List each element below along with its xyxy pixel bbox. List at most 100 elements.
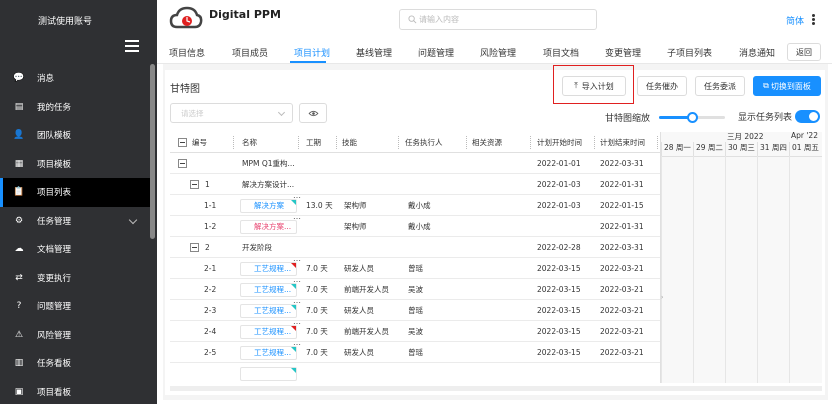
timeline-gridline xyxy=(661,156,662,383)
collapse-all-toggle[interactable] xyxy=(178,138,187,147)
column-header[interactable]: 名称 xyxy=(242,132,257,153)
cell-skill: 研发人员 xyxy=(344,348,374,357)
task-name-box[interactable] xyxy=(240,367,297,381)
tab-7[interactable]: 变更管理 xyxy=(605,46,641,59)
row-more-icon[interactable]: … xyxy=(293,296,301,305)
task-name[interactable]: 工艺规程... xyxy=(254,300,291,321)
column-header[interactable]: 任务执行人 xyxy=(405,132,443,153)
row-more-icon[interactable]: … xyxy=(293,254,301,263)
tab-9[interactable]: 消息通知 xyxy=(739,46,775,59)
show-task-list-toggle[interactable] xyxy=(795,110,820,123)
column-header[interactable]: 编号 xyxy=(192,132,207,153)
table-row[interactable]: 2-4 … 工艺规程... 7.0 天 前端开发人员 吴波 2022-03-15 2022-0… xyxy=(170,317,660,342)
sidebar-item-9[interactable]: ⚠ 风险管理 xyxy=(0,321,152,350)
timeline-day: 30 周三 xyxy=(725,142,755,156)
sidebar-item-10[interactable]: ▥ 任务看板 xyxy=(0,349,152,378)
sidebar-item-4[interactable]: 📋 项目列表 xyxy=(0,178,152,207)
cell-duration: 13.0 天 xyxy=(306,201,333,210)
sidebar-item-2[interactable]: 👤 团队模板 xyxy=(0,121,152,150)
cell-start: 2022-01-01 xyxy=(537,159,581,168)
sidebar-scrollbar[interactable] xyxy=(150,64,155,239)
tab-5[interactable]: 风险管理 xyxy=(480,46,516,59)
tab-0[interactable]: 项目信息 xyxy=(169,46,205,59)
cell-assignee: 曾瑶 xyxy=(408,306,423,315)
column-header[interactable]: 工期 xyxy=(306,132,321,153)
timeline-horizontal-scrollbar[interactable] xyxy=(660,386,822,391)
filter-select[interactable]: 请选择 xyxy=(170,103,293,123)
tab-3[interactable]: 基线管理 xyxy=(356,46,392,59)
timeline-scroll-marker: › xyxy=(661,294,664,301)
more-vertical-icon[interactable] xyxy=(812,14,815,26)
row-collapse-toggle[interactable] xyxy=(190,243,199,252)
cell-assignee: 吴波 xyxy=(408,327,423,336)
task-name[interactable]: 工艺规程... xyxy=(254,258,291,279)
tab-2[interactable]: 项目计划 xyxy=(294,46,330,59)
timeline-gridline xyxy=(693,156,694,383)
column-header[interactable]: 计划开始时间 xyxy=(537,132,582,153)
teal-flag-marker xyxy=(291,347,296,352)
row-collapse-toggle[interactable] xyxy=(178,159,187,168)
task-name: 开发阶段 xyxy=(242,243,272,252)
task-name[interactable]: 工艺规程... xyxy=(254,321,291,342)
import-plan-button[interactable]: ⤒ 导入计划 xyxy=(562,76,626,96)
tab-4[interactable]: 问题管理 xyxy=(418,46,454,59)
task-name[interactable]: 工艺规程... xyxy=(254,342,291,363)
column-header[interactable]: 技能 xyxy=(342,132,357,153)
cell-skill: 研发人员 xyxy=(344,264,374,273)
sidebar-item-7[interactable]: ⇄ 变更执行 xyxy=(0,264,152,293)
zoom-slider-thumb[interactable] xyxy=(687,112,698,123)
cell-end: 2022-03-21 xyxy=(600,348,644,357)
table-row[interactable] xyxy=(170,363,660,383)
eye-toggle-button[interactable] xyxy=(299,103,327,123)
cell-start: 2022-01-03 xyxy=(537,201,581,210)
column-header[interactable]: 相关资源 xyxy=(472,132,502,153)
timeline-header-line xyxy=(661,156,822,157)
row-more-icon[interactable]: … xyxy=(293,317,301,326)
grid-horizontal-scrollbar[interactable] xyxy=(170,386,660,391)
zoom-slider[interactable] xyxy=(659,112,725,123)
row-more-icon[interactable]: … xyxy=(293,191,301,200)
sidebar-item-label: 团队模板 xyxy=(37,131,72,142)
tab-8[interactable]: 子项目列表 xyxy=(667,46,712,59)
table-row[interactable]: 2 开发阶段 2022-02-28 2022-03-31 xyxy=(170,237,660,258)
cell-skill: 前端开发人员 xyxy=(344,327,389,336)
sidebar-item-0[interactable]: 💬 消息 xyxy=(0,64,152,93)
row-more-icon[interactable]: … xyxy=(293,338,301,347)
table-row[interactable]: 1-2 … 解决方案... 架构师 戴小成 2022-01-31 xyxy=(170,212,660,237)
project-tabs: 项目信息 项目成员 项目计划 基线管理 问题管理 风险管理 项目文档 变更管理 子项目列表 消息通… xyxy=(157,40,832,64)
task-urge-button[interactable]: 任务催办 xyxy=(637,76,687,96)
row-collapse-toggle[interactable] xyxy=(190,180,199,189)
sidebar-nav: 💬 消息 ▤ 我的任务 👤 团队模板 ▦ 项目模板 📋 项目列表 ⚙ 任务管理 ☁ 文档管理 ⇄ 变更执行? 问… xyxy=(0,64,152,404)
switch-to-board-button[interactable]: ⧉ 切换到面板 xyxy=(753,76,821,96)
table-row[interactable]: 2-3 … 工艺规程... 7.0 天 研发人员 曾瑶 2022-03-15 2022-03-… xyxy=(170,296,660,321)
task-assign-button[interactable]: 任务委派 xyxy=(695,76,745,96)
row-id: 1 xyxy=(205,180,210,189)
search-input[interactable]: 请输入内容 xyxy=(399,9,597,30)
tab-6[interactable]: 项目文档 xyxy=(543,46,579,59)
row-more-icon[interactable]: … xyxy=(293,275,301,284)
table-row[interactable]: MPM Q1重构... 2022-01-01 2022-03-31 xyxy=(170,153,660,174)
column-header[interactable]: 计划结束时间 xyxy=(600,132,645,153)
sidebar-item-1[interactable]: ▤ 我的任务 xyxy=(0,93,152,122)
row-more-icon[interactable]: … xyxy=(293,212,301,221)
table-row[interactable]: 1-1 … 解决方案 13.0 天 架构师 戴小成 2022-01-03 2022-01-15 xyxy=(170,191,660,216)
sidebar-item-8[interactable]: ? 问题管理 xyxy=(0,292,152,321)
table-row[interactable]: 2-1 … 工艺规程... 7.0 天 研发人员 曾瑶 2022-03-15 2022-03-… xyxy=(170,254,660,279)
column-separator xyxy=(398,136,399,149)
task-name[interactable]: 工艺规程... xyxy=(254,279,291,300)
table-row[interactable]: 2-2 … 工艺规程... 7.0 天 前端开发人员 吴波 2022-03-15 2022-0… xyxy=(170,275,660,300)
back-button[interactable]: 返回 xyxy=(787,43,821,61)
cell-end: 2022-03-21 xyxy=(600,327,644,336)
menu-toggle-icon[interactable] xyxy=(125,40,139,52)
language-selector[interactable]: 简体 xyxy=(786,14,804,27)
sidebar-item-6[interactable]: ☁ 文档管理 xyxy=(0,235,152,264)
cell-end: 2022-03-31 xyxy=(600,243,644,252)
tab-1[interactable]: 项目成员 xyxy=(232,46,268,59)
task-name[interactable]: 解决方案... xyxy=(254,216,291,237)
table-row[interactable]: 1 解决方案设计... 2022-01-03 2022-01-31 xyxy=(170,174,660,195)
sidebar-item-11[interactable]: ▣ 项目看板 xyxy=(0,378,152,404)
task-name[interactable]: 解决方案 xyxy=(254,195,284,216)
sidebar-item-3[interactable]: ▦ 项目模板 xyxy=(0,150,152,179)
sidebar-item-5[interactable]: ⚙ 任务管理 xyxy=(0,207,152,236)
table-row[interactable]: 2-5 … 工艺规程... 7.0 天 研发人员 曾瑶 2022-03-15 2022-03-… xyxy=(170,338,660,363)
